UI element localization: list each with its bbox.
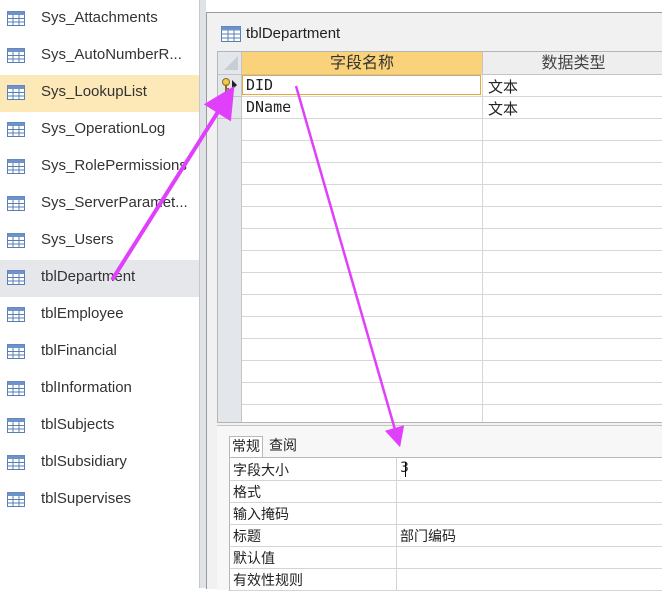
grid-line — [242, 250, 662, 251]
nav-item-sys-users[interactable]: Sys_Users — [0, 223, 199, 260]
document-tab-title[interactable]: tblDepartment — [246, 25, 340, 42]
nav-item-label: tblSubsidiary — [41, 453, 127, 470]
nav-item-label: Sys_OperationLog — [41, 120, 166, 137]
property-label: 输入掩码 — [233, 507, 289, 523]
nav-item-tblinformation[interactable]: tblInformation — [0, 371, 199, 408]
nav-item-tblsubjects[interactable]: tblSubjects — [0, 408, 199, 445]
nav-item-label: Sys_ServerParamet... — [41, 194, 188, 211]
grid-line — [242, 316, 662, 317]
nav-item-label: tblSupervises — [41, 490, 132, 507]
nav-item-tblsubsidiary[interactable]: tblSubsidiary — [0, 445, 199, 482]
nav-item-label: tblSubjects — [41, 416, 115, 433]
property-row-caption[interactable]: 标题 部门编码 — [230, 524, 662, 547]
property-row-field-size[interactable]: 字段大小 3 — [230, 458, 662, 481]
grid-line — [242, 294, 662, 295]
property-sheet: 字段大小 3 格式 输入掩码 标题 部门编码 默认值 有效性规则 — [229, 457, 662, 591]
table-icon — [7, 233, 25, 248]
table-icon — [7, 196, 25, 211]
text-caret — [405, 462, 406, 477]
field-name-cell[interactable]: DID — [246, 76, 273, 94]
nav-item-sys-autonumber[interactable]: Sys_AutoNumberR... — [0, 38, 199, 75]
nav-item-tblfinancial[interactable]: tblFinancial — [0, 334, 199, 371]
column-header-field-name[interactable]: 字段名称 — [242, 52, 483, 75]
nav-item-label: Sys_Users — [41, 231, 114, 248]
nav-item-tblsupervises[interactable]: tblSupervises — [0, 482, 199, 519]
table-icon — [7, 344, 25, 359]
table-icon — [7, 307, 25, 322]
nav-item-sys-operationlog[interactable]: Sys_OperationLog — [0, 112, 199, 149]
row-selector-column[interactable] — [218, 52, 242, 422]
nav-item-sys-rolepermissions[interactable]: Sys_RolePermissions — [0, 149, 199, 186]
table-design-window: tblDepartment 字段名称 数据类型 DID 文本 DName 文本 … — [206, 12, 662, 591]
grid-corner — [218, 52, 241, 75]
table-icon — [7, 418, 25, 433]
property-row-format[interactable]: 格式 — [230, 480, 662, 503]
nav-item-label: tblEmployee — [41, 305, 124, 322]
column-header-data-type[interactable]: 数据类型 — [483, 52, 662, 75]
table-icon — [7, 455, 25, 470]
property-label: 字段大小 — [233, 463, 289, 479]
grid-line — [242, 184, 662, 185]
nav-item-label: tblDepartment — [41, 268, 136, 285]
nav-item-label: Sys_LookupList — [41, 83, 147, 100]
grid-line — [242, 338, 662, 339]
row-selector-divider — [218, 118, 241, 119]
grid-column-divider — [482, 74, 483, 422]
property-row-input-mask[interactable]: 输入掩码 — [230, 502, 662, 525]
grid-line — [242, 382, 662, 383]
table-icon — [7, 48, 25, 63]
property-label: 格式 — [233, 485, 261, 501]
nav-item-label: tblFinancial — [41, 342, 117, 359]
nav-item-sys-lookuplist[interactable]: Sys_LookupList — [0, 75, 199, 112]
nav-item-tbldepartment[interactable]: tblDepartment — [0, 260, 199, 297]
property-label: 默认值 — [233, 551, 275, 567]
data-type-cell[interactable]: 文本 — [488, 98, 518, 119]
row-selector-divider — [218, 96, 241, 97]
property-label: 标题 — [233, 529, 261, 545]
active-cell-outline — [242, 75, 481, 95]
nav-item-label: Sys_Attachments — [41, 9, 158, 26]
field-design-grid: 字段名称 数据类型 DID 文本 DName 文本 — [217, 51, 662, 423]
property-value-input[interactable]: 部门编码 — [400, 526, 456, 546]
nav-item-label: Sys_RolePermissions — [41, 157, 187, 174]
table-icon — [7, 159, 25, 174]
field-properties-pane: 常规 查阅 字段大小 3 格式 输入掩码 标题 部门编码 默认值 — [217, 425, 662, 591]
tab-general[interactable]: 常规 — [229, 436, 263, 457]
grid-line — [242, 118, 662, 119]
table-icon — [7, 85, 25, 100]
table-icon — [7, 122, 25, 137]
table-icon — [221, 26, 241, 42]
grid-line — [242, 140, 662, 141]
table-icon — [7, 381, 25, 396]
table-icon — [7, 492, 25, 507]
property-label: 有效性规则 — [233, 573, 303, 589]
nav-item-sys-attachments[interactable]: Sys_Attachments — [0, 1, 199, 38]
navigation-pane: Sys_Attachments Sys_AutoNumberR... Sys_L… — [0, 0, 199, 588]
tab-lookup[interactable]: 查阅 — [267, 436, 299, 456]
nav-item-sys-serverparameters[interactable]: Sys_ServerParamet... — [0, 186, 199, 223]
nav-item-label: Sys_AutoNumberR... — [41, 46, 182, 63]
grid-line — [242, 404, 662, 405]
table-icon — [7, 11, 25, 26]
grid-line — [242, 228, 662, 229]
nav-item-tblemployee[interactable]: tblEmployee — [0, 297, 199, 334]
grid-line — [242, 96, 662, 97]
primary-key-icon — [222, 78, 237, 92]
field-name-cell[interactable]: DName — [246, 98, 291, 116]
data-type-cell[interactable]: 文本 — [488, 76, 518, 97]
property-row-default-value[interactable]: 默认值 — [230, 546, 662, 569]
table-icon — [7, 270, 25, 285]
grid-line — [242, 206, 662, 207]
grid-line — [242, 360, 662, 361]
grid-line — [242, 162, 662, 163]
corner-triangle-icon — [224, 56, 238, 70]
nav-item-label: tblInformation — [41, 379, 132, 396]
grid-line — [242, 272, 662, 273]
